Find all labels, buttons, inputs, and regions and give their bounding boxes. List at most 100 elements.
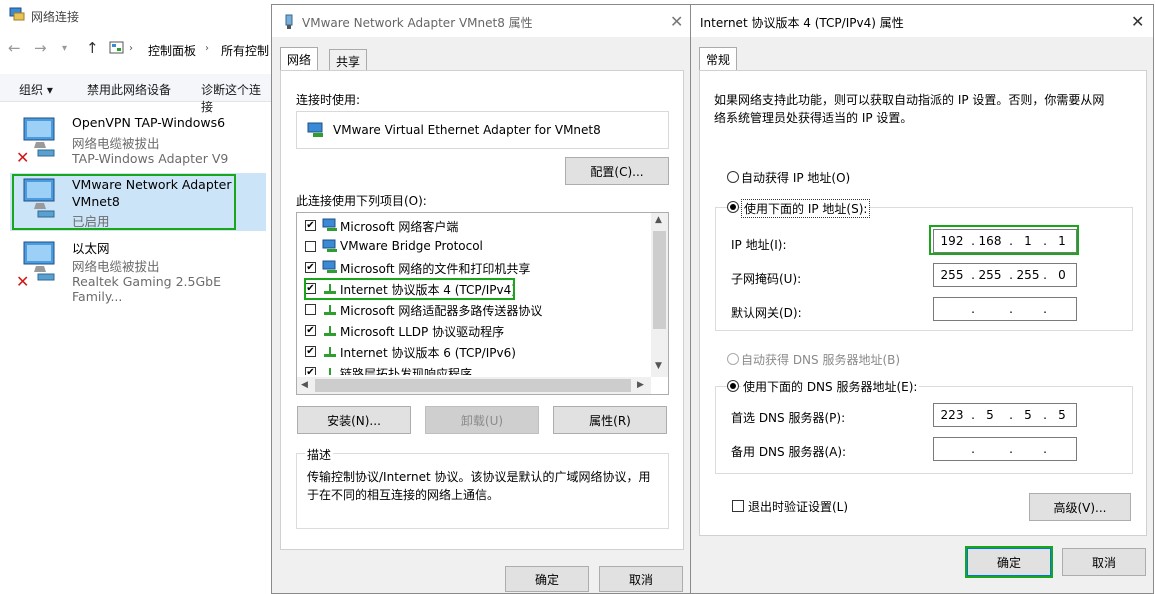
scroll-right-icon[interactable]: ▶ <box>637 380 644 390</box>
item-label: Microsoft 网络的文件和打印机共享 <box>340 262 531 276</box>
recent-chevron-icon[interactable]: ▾ <box>62 43 67 54</box>
mask-octet: 255 <box>940 268 964 282</box>
checkbox[interactable]: ✔ <box>305 262 316 273</box>
adapter-openvpn[interactable]: ✕ OpenVPN TAP-Windows6 网络电缆被拔出 TAP-Windo… <box>10 112 266 170</box>
tab-general[interactable]: 常规 <box>699 47 738 71</box>
breadcrumb-separator-icon: › <box>205 43 209 54</box>
item-label: Microsoft LLDP 协议驱动程序 <box>340 325 505 339</box>
tab-network[interactable]: 网络 <box>280 47 319 71</box>
adapter-ethernet[interactable]: ✕ 以太网 网络电缆被拔出 Realtek Gaming 2.5GbE Fami… <box>10 236 266 304</box>
scroll-down-icon[interactable]: ▼ <box>655 361 662 371</box>
manual-ip-radio[interactable] <box>727 201 739 213</box>
network-folder-icon <box>9 7 25 21</box>
gateway-field[interactable]: . . . <box>933 297 1077 321</box>
scroll-thumb[interactable] <box>315 379 631 392</box>
protocol-icon <box>324 347 336 357</box>
network-device-icon <box>307 122 323 137</box>
adapter-vmnet8[interactable]: VMware Network Adapter VMnet8 已启用 <box>10 173 266 231</box>
general-tab-panel: 如果网络支持此功能，则可以获取自动指派的 IP 设置。否则，你需要从网络系统管理… <box>699 70 1147 536</box>
organize-menu[interactable]: 组织 ▾ <box>19 81 53 98</box>
validate-label[interactable]: 退出时验证设置(L) <box>748 498 848 515</box>
protocol-icon <box>324 305 336 315</box>
adapter-status: 网络电缆被拔出 <box>72 136 160 151</box>
advanced-button[interactable]: 高级(V)... <box>1029 493 1131 521</box>
validate-checkbox[interactable] <box>732 500 744 512</box>
up-arrow-icon[interactable]: ↑ <box>86 39 99 57</box>
network-client-icon <box>322 239 337 252</box>
subnet-mask-field[interactable]: 255 . 255 . 255 . 0 <box>933 263 1077 287</box>
ip-label: IP 地址(I): <box>731 238 787 252</box>
checkbox[interactable]: ✔ <box>305 346 316 357</box>
dialog-title: Internet 协议版本 4 (TCP/IPv4) 属性 <box>700 16 904 30</box>
window-title: 网络连接 <box>31 10 80 24</box>
dns1-label: 首选 DNS 服务器(P): <box>731 411 846 425</box>
list-item[interactable]: ✔ Internet 协议版本 6 (TCP/IPv6) <box>303 341 643 362</box>
alternate-dns-field[interactable]: . . . <box>933 437 1077 461</box>
breadcrumb-control-panel[interactable]: 控制面板 <box>148 42 196 59</box>
auto-ip-radio[interactable] <box>727 171 739 183</box>
disconnected-x-icon: ✕ <box>16 148 30 167</box>
auto-ip-label[interactable]: 自动获得 IP 地址(O) <box>741 169 850 186</box>
close-icon[interactable]: ✕ <box>1131 12 1144 31</box>
close-icon[interactable]: ✕ <box>670 12 683 31</box>
tab-sharing[interactable]: 共享 <box>329 49 368 71</box>
adapter-name: 以太网 <box>72 241 110 256</box>
list-item[interactable]: ✔ Microsoft 网络客户端 <box>303 215 643 236</box>
scroll-thumb[interactable] <box>653 231 666 329</box>
list-item[interactable]: ✔ Microsoft 网络的文件和打印机共享 <box>303 257 643 278</box>
vertical-scrollbar[interactable]: ▲ ▼ <box>651 213 668 377</box>
protocol-icon <box>329 368 331 375</box>
preferred-dns-field[interactable]: 223 . 5 . 5 . 5 <box>933 403 1077 427</box>
auto-dns-label[interactable]: 自动获得 DNS 服务器地址(B) <box>741 351 900 368</box>
uninstall-button[interactable]: 卸载(U) <box>425 406 539 434</box>
mask-octet: 255 <box>978 268 1002 282</box>
item-label: Internet 协议版本 6 (TCP/IPv6) <box>340 346 516 360</box>
dialog-title-bar: Internet 协议版本 4 (TCP/IPv4) 属性 ✕ <box>691 5 1153 37</box>
items-list[interactable]: ✔ Microsoft 网络客户端 VMware Bridge Protocol… <box>296 212 669 395</box>
network-tab-panel: 连接时使用: VMware Virtual Ethernet Adapter f… <box>280 70 684 550</box>
horizontal-scrollbar[interactable]: ◀ ▶ <box>297 377 651 394</box>
properties-button[interactable]: 属性(R) <box>553 406 667 434</box>
checkbox[interactable] <box>305 304 316 315</box>
manual-dns-radio[interactable] <box>727 380 739 392</box>
cancel-button[interactable]: 取消 <box>1062 548 1146 576</box>
dns-octet: 223 <box>940 408 964 422</box>
ok-button[interactable]: 确定 <box>505 566 589 592</box>
manual-dns-label[interactable]: 使用下面的 DNS 服务器地址(E): <box>741 378 920 395</box>
cancel-button[interactable]: 取消 <box>599 566 683 592</box>
back-arrow-icon[interactable]: ← <box>8 39 21 57</box>
diagnose-button[interactable]: 诊断这个连接 <box>201 81 272 115</box>
install-button[interactable]: 安装(N)... <box>297 406 411 434</box>
adapter-name: OpenVPN TAP-Windows6 <box>72 115 226 130</box>
disable-device-button[interactable]: 禁用此网络设备 <box>87 81 171 98</box>
breadcrumb-separator-icon: › <box>129 43 133 54</box>
configure-button[interactable]: 配置(C)... <box>565 157 669 185</box>
network-adapter-icon <box>23 178 55 218</box>
disconnected-x-icon: ✕ <box>16 272 30 291</box>
checkbox[interactable]: ✔ <box>305 220 316 231</box>
checkbox[interactable] <box>305 241 316 252</box>
scroll-left-icon[interactable]: ◀ <box>301 380 308 390</box>
command-bar: 组织 ▾ 禁用此网络设备 诊断这个连接 <box>0 74 272 114</box>
list-item[interactable]: VMware Bridge Protocol <box>303 236 643 257</box>
checkbox[interactable]: ✔ <box>305 367 316 375</box>
description-group: 描述 传输控制协议/Internet 协议。该协议是默认的广域网络协议，用于在不… <box>296 446 669 529</box>
dns-group: 首选 DNS 服务器(P): 223 . 5 . 5 . 5 备用 DNS 服务… <box>715 386 1133 474</box>
adapter-status: 网络电缆被拔出 <box>72 259 160 274</box>
adapter-device: 已启用 <box>72 214 110 229</box>
list-item[interactable]: ✔ Microsoft LLDP 协议驱动程序 <box>303 320 643 341</box>
checkbox[interactable]: ✔ <box>305 325 316 336</box>
adapter-device: Realtek Gaming 2.5GbE Family... <box>72 274 221 304</box>
item-label: 链路层拓扑发现响应程序 <box>340 367 473 375</box>
dialog-title-bar: VMware Network Adapter VMnet8 属性 ✕ <box>272 5 690 37</box>
network-client-icon <box>322 218 337 231</box>
highlight-box <box>929 225 1079 255</box>
list-item[interactable]: ✔ 链路层拓扑发现响应程序 <box>303 362 643 375</box>
list-item[interactable]: Microsoft 网络适配器多路传送器协议 <box>303 299 643 320</box>
forward-arrow-icon[interactable]: → <box>34 39 47 57</box>
auto-dns-radio[interactable] <box>727 353 739 365</box>
scroll-up-icon[interactable]: ▲ <box>655 215 662 225</box>
dns-octet: 5 <box>1058 408 1066 422</box>
manual-ip-label[interactable]: 使用下面的 IP 地址(S): <box>741 199 871 218</box>
breadcrumb-all-items[interactable]: 所有控制 <box>221 42 269 59</box>
